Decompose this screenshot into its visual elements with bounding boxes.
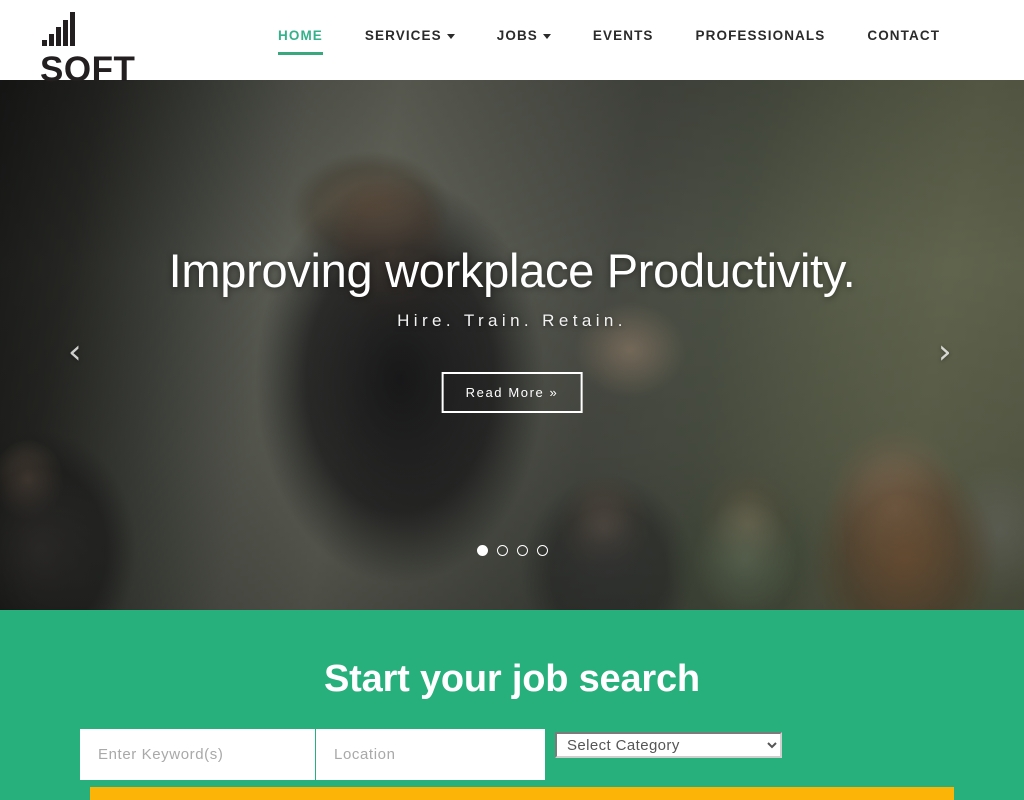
nav-label-home: HOME xyxy=(278,28,323,43)
nav-item-jobs[interactable]: JOBS xyxy=(497,28,551,55)
job-search-form: Select Category Find Jobs xyxy=(80,729,954,800)
location-input[interactable] xyxy=(315,729,545,780)
job-search-fields-row: Select Category xyxy=(80,729,944,780)
find-jobs-button[interactable]: Find Jobs xyxy=(90,787,954,800)
hero-content: Improving workplace Productivity. Hire. … xyxy=(0,80,1024,610)
read-more-button[interactable]: Read More » xyxy=(441,372,583,413)
primary-navigation: HOME SERVICES JOBS EVENTS PROFESSIONALS … xyxy=(278,28,940,68)
category-select[interactable]: Select Category xyxy=(555,732,782,758)
keyword-input[interactable] xyxy=(80,729,315,780)
site-header: SOFT HOME SERVICES JOBS EVENTS PROFESSIO… xyxy=(0,0,1024,87)
bar-chart-icon xyxy=(42,12,220,46)
site-logo[interactable]: SOFT xyxy=(40,12,220,87)
job-search-section: Start your job search Select Category Fi… xyxy=(0,610,1024,800)
logo-wordmark: SOFT xyxy=(40,50,136,89)
nav-item-home[interactable]: HOME xyxy=(278,28,323,55)
job-search-heading: Start your job search xyxy=(324,658,700,700)
hero-subheadline: Hire. Train. Retain. xyxy=(397,311,627,330)
chevron-down-icon xyxy=(542,34,551,39)
page-root: SOFT HOME SERVICES JOBS EVENTS PROFESSIO… xyxy=(0,0,1024,800)
nav-label-services: SERVICES xyxy=(364,28,442,43)
nav-label-events: EVENTS xyxy=(592,28,654,43)
nav-label-contact: CONTACT xyxy=(867,28,941,43)
nav-item-services[interactable]: SERVICES xyxy=(365,28,455,55)
hero-headline: Improving workplace Productivity. xyxy=(168,244,856,297)
nav-item-professionals[interactable]: PROFESSIONALS xyxy=(696,28,826,55)
nav-label-professionals: PROFESSIONALS xyxy=(695,28,826,43)
nav-active-underline xyxy=(278,52,323,55)
category-select-wrap: Select Category xyxy=(545,729,782,780)
hero-carousel: Improving workplace Productivity. Hire. … xyxy=(0,80,1024,610)
nav-label-jobs: JOBS xyxy=(496,28,538,43)
nav-item-contact[interactable]: CONTACT xyxy=(867,28,940,55)
chevron-down-icon xyxy=(446,34,455,39)
nav-item-events[interactable]: EVENTS xyxy=(593,28,654,55)
